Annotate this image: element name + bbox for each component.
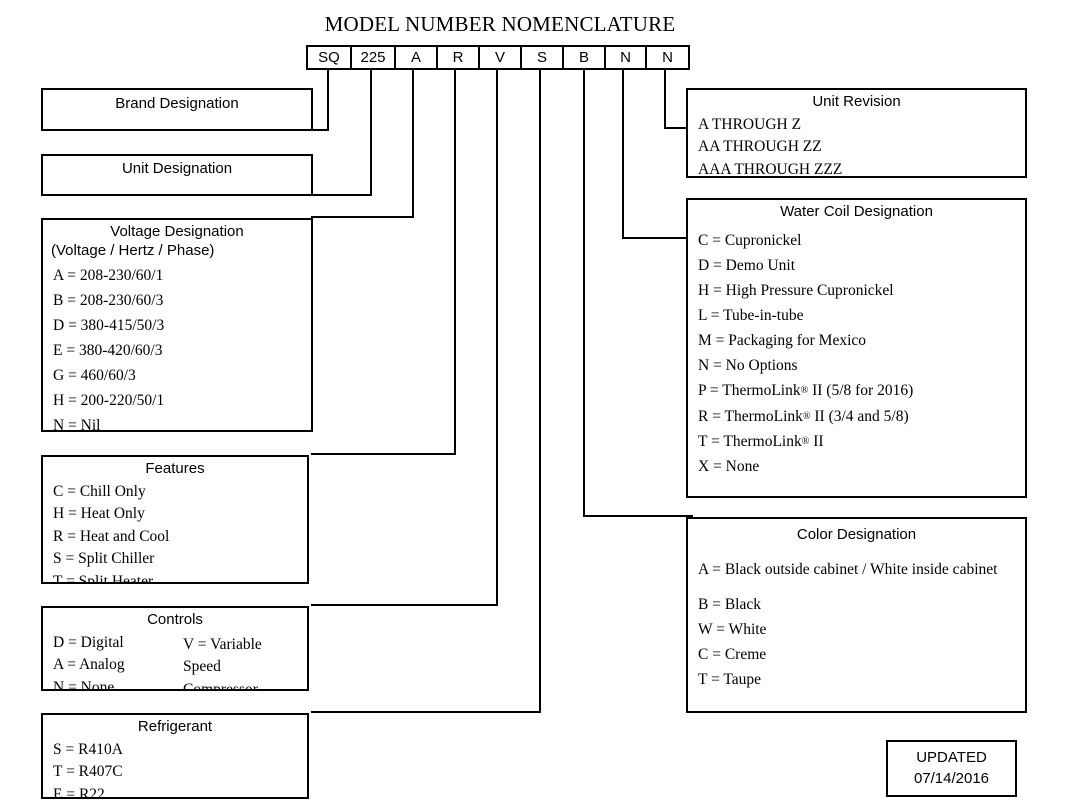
list-item: A THROUGH Z [698, 115, 802, 133]
color-designation-list: A = Black outside cabinet / White inside… [688, 545, 1025, 693]
list-item: E = 380-420/60/3 [53, 341, 163, 359]
list-item: S = R410A [53, 740, 123, 758]
list-item: D = Demo Unit [698, 256, 795, 274]
connector-unit-vertical [370, 70, 372, 196]
list-item: G = 460/60/3 [53, 366, 136, 384]
connector-features-vertical [454, 70, 456, 455]
connector-color-vertical [583, 70, 585, 517]
connector-color-horizontal [583, 515, 693, 517]
controls-list-right: V = Variable Speed Compressor [183, 632, 262, 689]
list-item: B = 208-230/60/3 [53, 291, 164, 309]
list-item: T = R407C [53, 763, 123, 781]
brand-designation-title: Brand Designation [115, 95, 239, 112]
connector-water-coil-vertical [622, 70, 624, 239]
list-item: V = Variable [183, 636, 262, 653]
box-voltage-designation: Voltage Designation (Voltage / Hertz / P… [41, 218, 313, 432]
list-item: E = R22 [53, 785, 105, 799]
list-item: M = Packaging for Mexico [698, 332, 867, 350]
connector-refrigerant-horizontal [311, 711, 541, 713]
list-item: B = Black [698, 595, 761, 613]
list-item: N = No Options [698, 357, 798, 375]
list-item: H = High Pressure Cupronickel [698, 281, 894, 299]
voltage-designation-subtitle: (Voltage / Hertz / Phase) [51, 241, 215, 259]
code-cell-7[interactable]: B [564, 47, 606, 68]
updated-label: UPDATED [916, 749, 987, 767]
controls-title: Controls [147, 611, 203, 628]
code-cell-8[interactable]: N [606, 47, 647, 68]
updated-date: 07/14/2016 [913, 769, 990, 787]
connector-refrigerant-vertical [539, 70, 541, 713]
voltage-designation-title: Voltage Designation [110, 223, 244, 240]
features-list: C = Chill Only H = Heat Only R = Heat an… [43, 479, 307, 584]
connector-brand-vertical [327, 70, 329, 131]
code-cell-5[interactable]: V [480, 47, 522, 68]
box-unit-revision: Unit Revision A THROUGH Z AA THROUGH ZZ … [686, 88, 1027, 178]
connector-controls-horizontal [311, 604, 498, 606]
list-item: Speed [183, 658, 221, 676]
box-brand-designation: Brand Designation [41, 88, 313, 131]
list-item: D = 380-415/50/3 [53, 316, 165, 334]
updated-stamp: UPDATED 07/14/2016 [886, 740, 1017, 797]
nomenclature-diagram: MODEL NUMBER NOMENCLATURE SQ 225 A R V S… [0, 0, 1078, 812]
box-controls: Controls D = Digital A = Analog N = None… [41, 606, 309, 691]
list-item: T = Split Heater [53, 572, 154, 584]
connector-voltage-vertical [412, 70, 414, 218]
connector-voltage-horizontal [311, 216, 414, 218]
list-item: A = 208-230/60/1 [53, 266, 164, 284]
list-item: C = Creme [698, 646, 767, 664]
connector-unit-revision-vertical [664, 70, 666, 129]
page-title: MODEL NUMBER NOMENCLATURE [324, 12, 676, 36]
code-cell-2[interactable]: 225 [352, 47, 396, 68]
code-cell-9[interactable]: N [647, 47, 688, 68]
code-cell-3[interactable]: A [396, 47, 438, 68]
connector-unit-horizontal [311, 194, 372, 196]
list-item: T = ThermoLink® II [698, 432, 824, 450]
water-coil-list: C = Cupronickel D = Demo Unit H = High P… [688, 222, 1025, 479]
list-item: S = Split Chiller [53, 550, 155, 568]
list-item: W = White [698, 620, 767, 638]
color-designation-title: Color Designation [796, 526, 917, 543]
list-item: C = Chill Only [53, 482, 146, 500]
list-item: D = Digital [53, 633, 124, 651]
refrigerant-title: Refrigerant [137, 718, 213, 735]
list-item: T = Taupe [698, 671, 762, 689]
list-item: AA THROUGH ZZ [698, 138, 822, 156]
controls-list-left: D = Digital A = Analog N = None [43, 630, 307, 691]
features-title: Features [145, 460, 205, 477]
box-color-designation: Color Designation A = Black outside cabi… [686, 517, 1027, 713]
unit-revision-list: A THROUGH Z AA THROUGH ZZ AAA THROUGH ZZ… [688, 112, 1025, 178]
list-item-spacer [698, 582, 1025, 592]
list-item: N = None [53, 678, 115, 691]
connector-controls-vertical [496, 70, 498, 606]
connector-features-horizontal [311, 453, 456, 455]
water-coil-title: Water Coil Designation [780, 203, 933, 220]
unit-designation-title: Unit Designation [121, 160, 233, 177]
list-item: H = 200-220/50/1 [53, 392, 165, 410]
model-code-row: SQ 225 A R V S B N N [306, 45, 690, 70]
box-refrigerant: Refrigerant S = R410A T = R407C E = R22 [41, 713, 309, 799]
box-unit-designation: Unit Designation [41, 154, 313, 196]
list-item: P = ThermoLink® II (5/8 for 2016) [698, 382, 914, 400]
list-item: X = None [698, 457, 760, 475]
list-item: R = ThermoLink® II (3/4 and 5/8) [698, 407, 909, 425]
list-item: R = Heat and Cool [53, 527, 170, 545]
code-cell-1[interactable]: SQ [308, 47, 352, 68]
list-item: AAA THROUGH ZZZ [698, 160, 843, 178]
list-item: H = Heat Only [53, 505, 145, 523]
code-cell-4[interactable]: R [438, 47, 480, 68]
connector-brand-horizontal [311, 129, 329, 131]
voltage-designation-list: A = 208-230/60/1 B = 208-230/60/3 D = 38… [43, 261, 311, 432]
refrigerant-list: S = R410A T = R407C E = R22 [43, 737, 307, 799]
list-item: C = Cupronickel [698, 231, 802, 249]
unit-revision-title: Unit Revision [812, 93, 901, 110]
list-item: L = Tube-in-tube [698, 307, 804, 325]
list-item: A = Analog [53, 656, 125, 674]
box-water-coil-designation: Water Coil Designation C = Cupronickel D… [686, 198, 1027, 498]
code-cell-6[interactable]: S [522, 47, 564, 68]
connector-water-coil-horizontal [622, 237, 692, 239]
list-item: N = Nil [53, 417, 101, 432]
controls-right-column: V = Variable Speed Compressor [183, 632, 262, 689]
box-features: Features C = Chill Only H = Heat Only R … [41, 455, 309, 584]
list-item: A = Black outside cabinet / White inside… [698, 560, 998, 578]
